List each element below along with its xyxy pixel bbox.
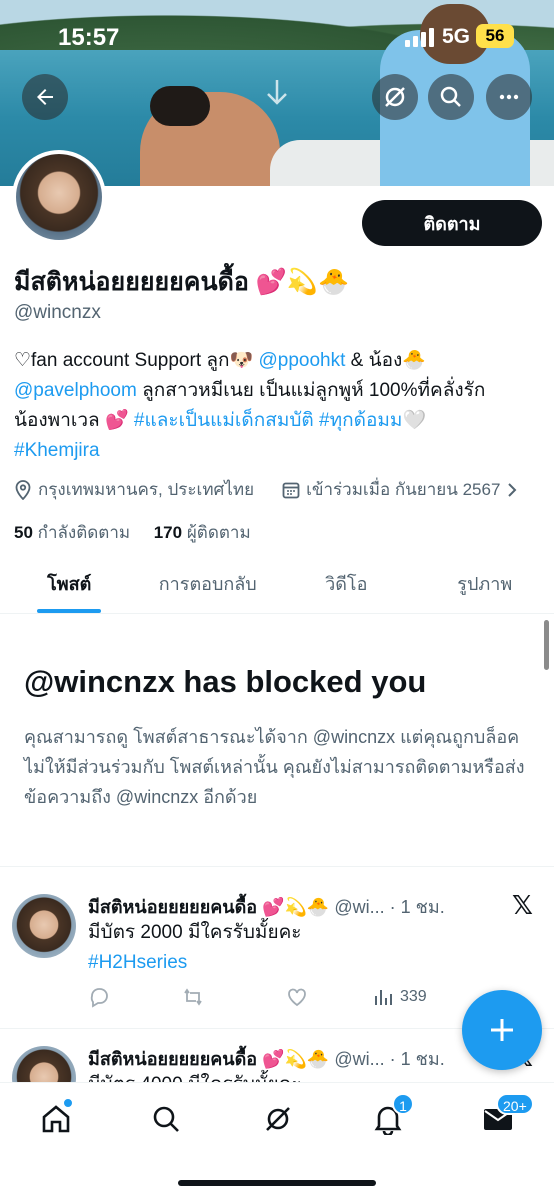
- post-handle-time: @wi... · 1 ชม.: [334, 1049, 445, 1069]
- follow-button[interactable]: ติดตาม: [362, 200, 542, 246]
- views-count: 339: [400, 988, 427, 1005]
- tab-posts[interactable]: โพสต์: [0, 558, 139, 613]
- compose-button[interactable]: [462, 990, 542, 1070]
- profile-tabs: โพสต์ การตอบกลับ วิดีโอ รูปภาพ: [0, 558, 554, 614]
- post-header: มีสติหน่อยยยยยคนดื้อ 💕💫🐣 @wi... · 1 ชม.: [88, 1044, 445, 1073]
- battery-icon: 56: [476, 24, 514, 48]
- home-indicator: [178, 1180, 376, 1186]
- bio-text: ลูกสาวหมีเนย เป็นแม่ลูกพูห์ 100%ที่คลั่ง…: [136, 380, 486, 401]
- profile-joined-date: เข้าร่วมเมื่อ กันยายน 2567: [306, 480, 501, 499]
- status-time: 15:57: [58, 24, 120, 51]
- search-button[interactable]: [428, 74, 474, 120]
- reply-icon: [90, 988, 108, 1008]
- post-avatar[interactable]: [12, 1046, 76, 1082]
- banner-person-hair: [150, 86, 210, 126]
- bio-text: น้องพาเวล 💕: [14, 410, 134, 431]
- bio-text: 🤍: [402, 410, 427, 431]
- grok-icon: [266, 1107, 290, 1131]
- nav-home[interactable]: [36, 1097, 76, 1139]
- profile-bio: ♡fan account Support ลูก🐶 @ppoohkt & น้อ…: [14, 346, 544, 466]
- location-icon: [15, 479, 31, 500]
- like-button[interactable]: [286, 986, 372, 1008]
- tab-replies[interactable]: การตอบกลับ: [139, 558, 278, 613]
- mention-link[interactable]: @ppoohkt: [258, 350, 345, 371]
- network-type: 5G: [442, 25, 471, 48]
- chevron-right-icon[interactable]: [506, 481, 518, 499]
- post-body: มีบัตร 2000 มีใครรับมั้ยคะ #H2Hseries: [88, 918, 302, 978]
- blocked-title: @wincnzx has blocked you: [24, 664, 427, 699]
- heart-icon: [288, 988, 306, 1007]
- grok-icon: [385, 87, 405, 107]
- nav-messages[interactable]: 20+: [478, 1093, 534, 1139]
- signal-icon: [405, 28, 434, 47]
- views-button[interactable]: 339: [372, 986, 427, 1008]
- messages-badge: 20+: [496, 1093, 534, 1115]
- tab-videos[interactable]: วิดีโอ: [277, 558, 416, 613]
- post-header: มีสติหน่อยยยยยคนดื้อ 💕💫🐣 @wi... · 1 ชม.: [88, 892, 445, 921]
- tab-photos[interactable]: รูปภาพ: [416, 558, 554, 613]
- scrollbar[interactable]: [544, 620, 549, 670]
- hashtag-link[interactable]: #และเป็นแม่เด็กสมบัติ: [134, 410, 314, 431]
- back-button[interactable]: [22, 74, 68, 120]
- reply-button[interactable]: [88, 986, 182, 1008]
- hashtag-link[interactable]: #H2Hseries: [88, 948, 302, 978]
- hashtag-link[interactable]: #ทุกด้อมม: [319, 410, 402, 431]
- profile-avatar[interactable]: [12, 150, 106, 244]
- profile-display-name: มีสติหน่อยยยยยคนดื้อ 💕💫🐣: [14, 268, 350, 296]
- bio-line: #Khemjira: [14, 436, 544, 466]
- follow-counts: 50 กำลังติดตาม 170 ผู้ติดตาม: [14, 519, 251, 546]
- profile-location: กรุงเทพมหานคร, ประเทศไทย: [38, 480, 255, 499]
- arrow-left-icon: [37, 89, 53, 105]
- repost-button[interactable]: [182, 986, 286, 1008]
- plus-icon: [491, 1019, 513, 1041]
- x-logo-icon: 𝕏: [512, 890, 533, 920]
- post-actions: 339: [88, 986, 508, 1008]
- search-icon: [153, 1106, 179, 1132]
- post-text: มีบัตร 4000 มีใครรับมั้ยคะ: [88, 1070, 302, 1082]
- bio-text: ♡fan account Support ลูก🐶: [14, 350, 259, 371]
- nav-search[interactable]: [146, 1099, 186, 1139]
- post-text: มีบัตร 2000 มีใครรับมั้ยคะ: [88, 922, 302, 943]
- post-avatar[interactable]: [12, 894, 76, 958]
- following-link[interactable]: 50 กำลังติดตาม: [14, 523, 130, 542]
- hashtag-link[interactable]: #Khemjira: [14, 440, 100, 461]
- nav-grok[interactable]: [258, 1099, 298, 1139]
- analytics-icon: [375, 990, 392, 1005]
- search-icon: [440, 86, 461, 107]
- more-button[interactable]: [486, 74, 532, 120]
- blocked-description: คุณสามารถดู โพสต์สาธารณะได้จาก @wincnzx …: [24, 727, 525, 807]
- home-dot: [62, 1097, 74, 1109]
- post-handle-time: @wi... · 1 ชม.: [334, 897, 445, 917]
- bio-line: ♡fan account Support ลูก🐶 @ppoohkt & น้อ…: [14, 346, 544, 376]
- repost-icon: [184, 988, 202, 1006]
- calendar-icon: [282, 482, 300, 498]
- bio-line: น้องพาเวล 💕 #และเป็นแม่เด็กสมบัติ #ทุกด้…: [14, 406, 544, 436]
- post-author-name: มีสติหน่อยยยยยคนดื้อ 💕💫🐣: [88, 1049, 330, 1069]
- grok-button[interactable]: [372, 74, 418, 120]
- post-body: มีบัตร 4000 มีใครรับมั้ยคะ: [88, 1070, 302, 1082]
- notifications-badge: 1: [392, 1093, 414, 1115]
- post-author-name: มีสติหน่อยยยยยคนดื้อ 💕💫🐣: [88, 897, 330, 917]
- more-icon: [499, 94, 519, 100]
- profile-handle: @wincnzx: [14, 302, 101, 323]
- followers-link[interactable]: 170 ผู้ติดตาม: [154, 523, 251, 542]
- profile-meta: กรุงเทพมหานคร, ประเทศไทย เข้าร่วมเมื่อ ก…: [14, 476, 554, 503]
- bio-text: & น้อง🐣: [345, 350, 426, 371]
- status-bar: 15:57 5G 56: [0, 20, 554, 54]
- bio-line: @pavelphoom ลูกสาวหมีเนย เป็นแม่ลูกพูห์ …: [14, 376, 544, 406]
- arrow-down-icon: [264, 78, 290, 111]
- nav-notifications[interactable]: 1: [368, 1093, 414, 1139]
- mention-link[interactable]: @pavelphoom: [14, 380, 137, 401]
